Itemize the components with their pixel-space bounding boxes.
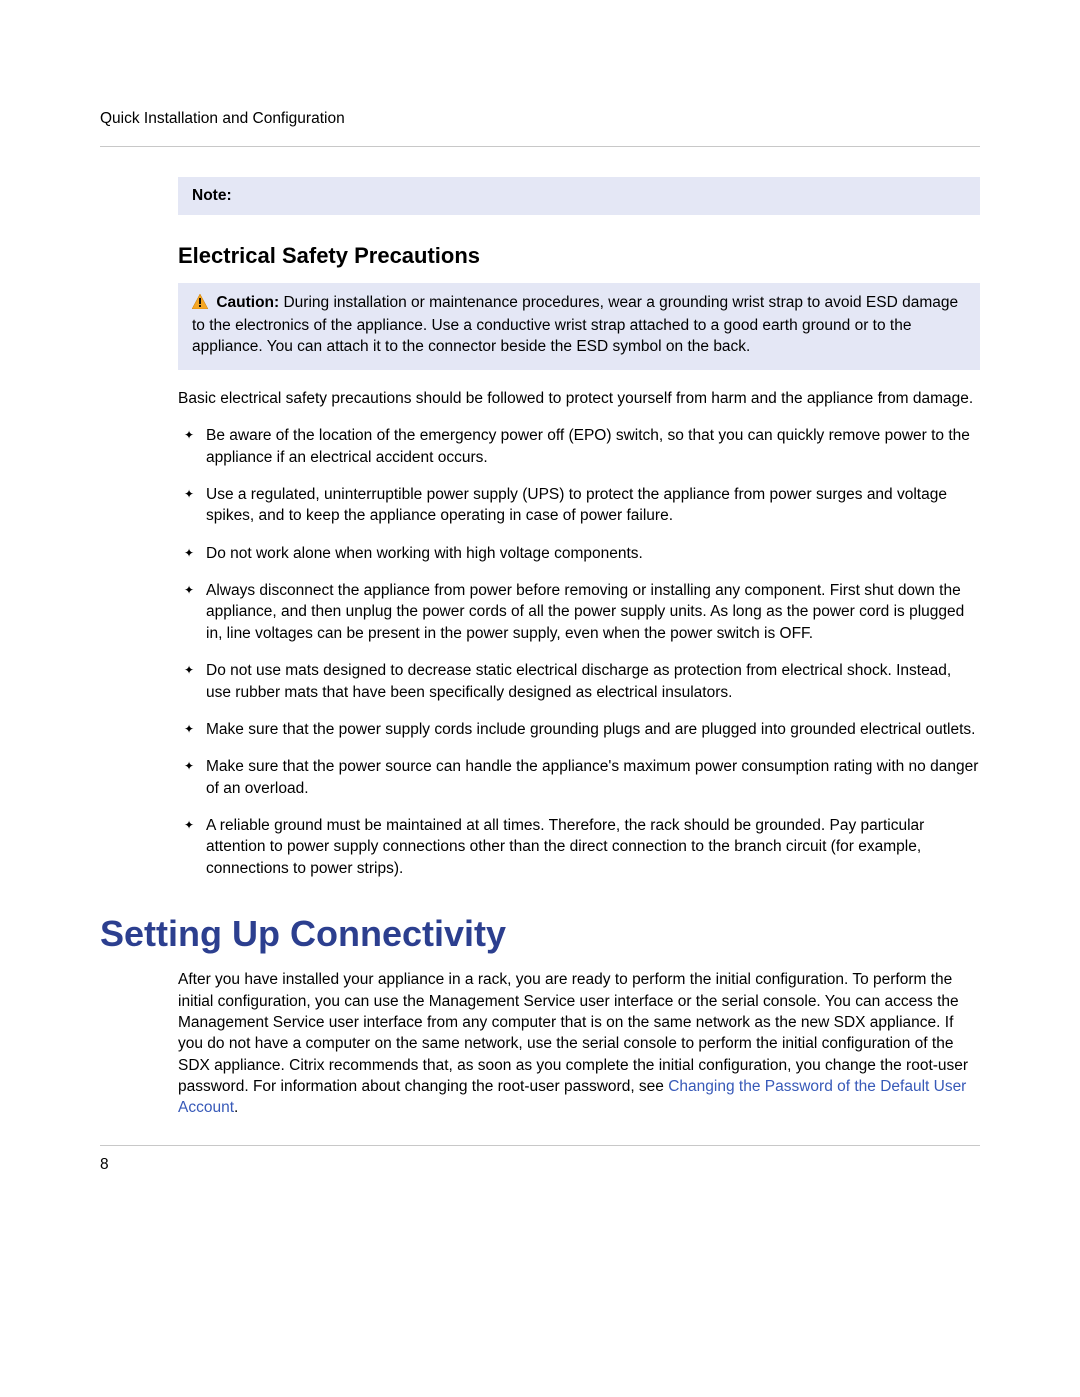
- list-item: Do not work alone when working with high…: [178, 543, 980, 564]
- bullet-list: Be aware of the location of the emergenc…: [178, 425, 980, 879]
- subsection-heading: Electrical Safety Precautions: [178, 243, 980, 269]
- section-content: After you have installed your appliance …: [178, 969, 980, 1119]
- list-item: Make sure that the power supply cords in…: [178, 719, 980, 740]
- list-item: Use a regulated, uninterruptible power s…: [178, 484, 980, 527]
- list-item: A reliable ground must be maintained at …: [178, 815, 980, 879]
- section-para-post: .: [234, 1099, 238, 1116]
- section-paragraph: After you have installed your appliance …: [178, 969, 980, 1119]
- warning-icon: [192, 294, 208, 316]
- note-label: Note:: [192, 187, 232, 204]
- page-number: 8: [100, 1156, 980, 1174]
- content-block: Note: Electrical Safety Precautions Caut…: [178, 177, 980, 879]
- list-item: Always disconnect the appliance from pow…: [178, 580, 980, 644]
- list-item: Do not use mats designed to decrease sta…: [178, 660, 980, 703]
- note-box: Note:: [178, 177, 980, 215]
- list-item: Make sure that the power source can hand…: [178, 756, 980, 799]
- section-para-pre: After you have installed your appliance …: [178, 971, 968, 1095]
- section-heading: Setting Up Connectivity: [100, 913, 980, 955]
- document-page: Quick Installation and Configuration Not…: [0, 0, 1080, 1234]
- caution-box: Caution: During installation or maintena…: [178, 283, 980, 370]
- caution-label: Caution:: [216, 294, 279, 311]
- footer: 8: [100, 1145, 980, 1174]
- caution-text: During installation or maintenance proce…: [192, 294, 958, 355]
- running-head: Quick Installation and Configuration: [100, 110, 980, 128]
- header-rule: [100, 146, 980, 147]
- list-item: Be aware of the location of the emergenc…: [178, 425, 980, 468]
- footer-rule: [100, 1145, 980, 1146]
- intro-paragraph: Basic electrical safety precautions shou…: [178, 388, 980, 409]
